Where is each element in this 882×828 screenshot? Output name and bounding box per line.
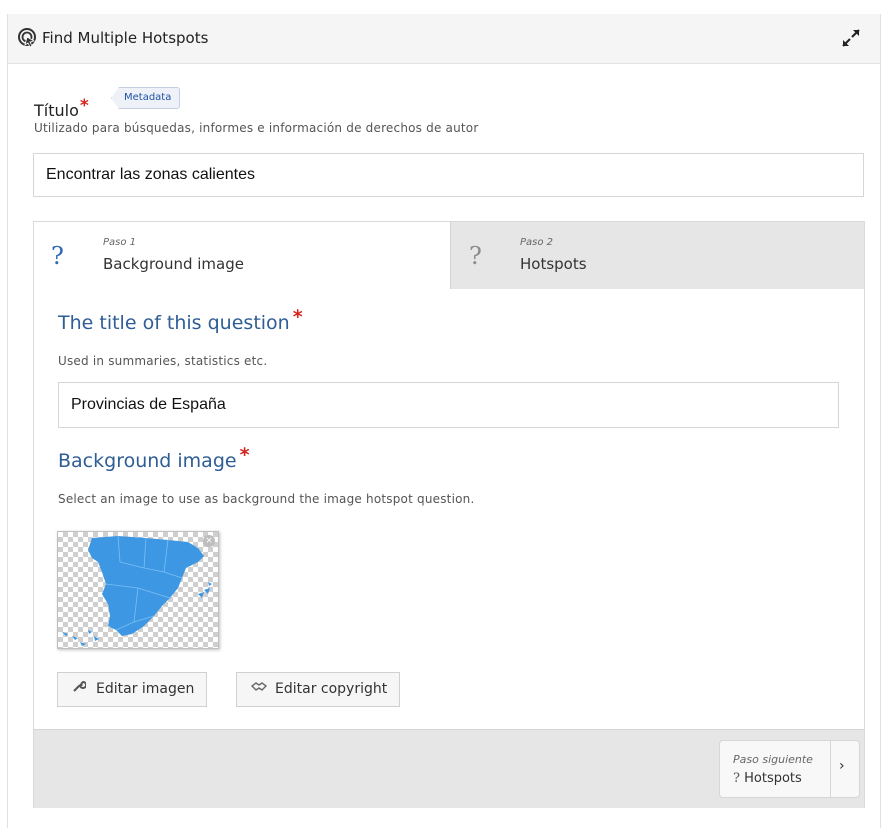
titulo-description: Utilizado para búsquedas, informes e inf… — [34, 121, 479, 135]
question-title-description: Used in summaries, statistics etc. — [58, 354, 268, 368]
question-title-label-text: The title of this question — [58, 312, 290, 334]
required-mark: * — [239, 444, 250, 466]
hotspot-icon — [18, 28, 36, 48]
tab-step-label: Paso 2 — [520, 237, 554, 248]
hotspots-editor: Find Multiple Hotspots Título* Metadata … — [7, 14, 881, 828]
titulo-label: Título* — [34, 96, 89, 121]
edit-copyright-button[interactable]: Editar copyright — [236, 672, 401, 707]
editor-header: Find Multiple Hotspots — [8, 14, 880, 64]
wizard-tabs: ? Paso 1 Background image ? Paso 2 Hotsp… — [34, 222, 864, 290]
remove-image-icon[interactable]: × — [203, 535, 215, 547]
metadata-button[interactable]: Metadata — [111, 87, 181, 109]
wrench-icon — [72, 673, 92, 706]
edit-image-label: Editar imagen — [96, 681, 195, 697]
question-title-input[interactable] — [58, 382, 839, 428]
edit-image-button[interactable]: Editar imagen — [57, 672, 208, 707]
spain-map-image — [62, 535, 212, 646]
next-step-button[interactable]: Paso siguiente ? Hotspots › — [719, 740, 860, 798]
tab-name: Background image — [103, 255, 244, 273]
question-mark-icon: ? — [469, 242, 482, 270]
next-step-name-text: Hotspots — [744, 771, 802, 786]
required-mark: * — [292, 306, 303, 328]
edit-copyright-label: Editar copyright — [275, 681, 388, 697]
question-mark-icon: ? — [51, 242, 64, 270]
tab-hotspots[interactable]: ? Paso 2 Hotspots — [450, 222, 864, 289]
titulo-input[interactable] — [33, 153, 864, 197]
next-step-name: ? Hotspots — [733, 771, 802, 786]
question-title-label: The title of this question * — [58, 306, 303, 334]
background-image-label-text: Background image — [58, 450, 237, 472]
wizard: ? Paso 1 Background image ? Paso 2 Hotsp… — [33, 221, 865, 808]
required-mark: * — [79, 96, 89, 116]
tab-name: Hotspots — [520, 255, 587, 273]
question-mark-icon: ? — [733, 771, 740, 786]
content-type-title: Find Multiple Hotspots — [42, 29, 209, 47]
handshake-icon — [250, 673, 271, 706]
background-image-label: Background image * — [58, 444, 250, 472]
divider — [830, 741, 831, 797]
tab-step-label: Paso 1 — [103, 237, 137, 248]
wizard-footer: Paso siguiente ? Hotspots › — [34, 729, 864, 808]
titulo-label-text: Título — [34, 101, 79, 120]
tab-background-image[interactable]: ? Paso 1 Background image — [34, 222, 450, 290]
next-step-label: Paso siguiente — [733, 753, 813, 766]
chevron-right-icon: › — [839, 758, 845, 774]
expand-icon[interactable] — [840, 27, 862, 49]
background-image-thumbnail[interactable]: × — [57, 531, 219, 649]
background-image-description: Select an image to use as background the… — [58, 492, 475, 506]
